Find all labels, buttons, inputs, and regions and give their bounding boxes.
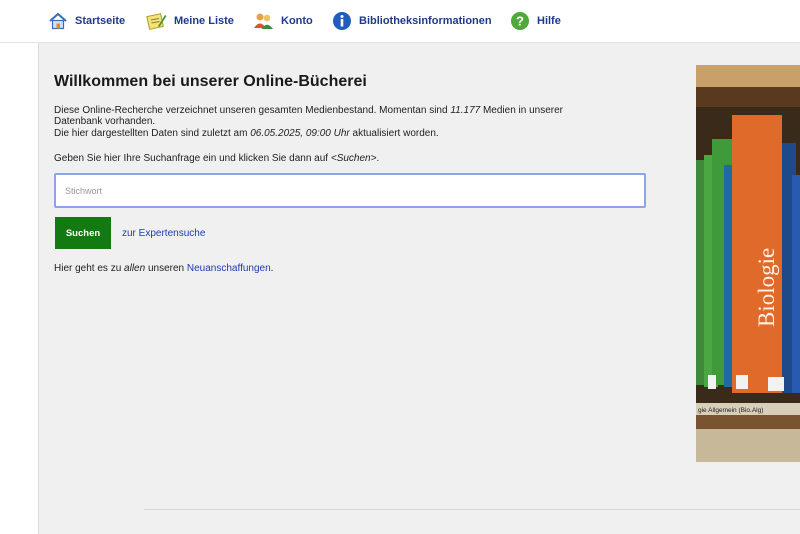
media-count: 11.177	[450, 105, 481, 116]
nav-item-bibliotheksinformationen[interactable]: Bibliotheksinformationen	[332, 11, 492, 31]
update-datetime: 06.05.2025, 09:00 Uhr	[250, 128, 350, 139]
intro-text: Diese Online-Recherche verzeichnet unser…	[54, 105, 564, 127]
photo-book-title: Biologie	[754, 248, 779, 327]
nav-label: Hilfe	[537, 15, 561, 27]
bookshelf-photo: Biologie gie Allgemein (Bio.Alg)	[696, 65, 800, 462]
nav-item-konto[interactable]: Konto	[253, 11, 313, 31]
main-content: Willkommen bei unserer Online-Bücherei D…	[38, 43, 800, 534]
nav-label: Startseite	[75, 15, 126, 27]
footer-divider	[144, 509, 800, 510]
nav-label: Konto	[281, 15, 313, 27]
info-icon	[332, 11, 352, 31]
photo-shelf-label: gie Allgemein (Bio.Alg)	[698, 407, 763, 414]
nav-item-startseite[interactable]: Startseite	[48, 11, 125, 31]
search-button[interactable]: Suchen	[55, 217, 111, 249]
help-icon: ?	[510, 11, 530, 31]
users-icon	[253, 11, 274, 31]
nav-item-hilfe[interactable]: ? Hilfe	[510, 11, 561, 31]
notepad-icon	[146, 11, 167, 31]
update-info: Die hier dargestellten Daten sind zuletz…	[54, 128, 439, 139]
top-navigation: Startseite Meine Liste Konto Bibliotheks…	[0, 0, 800, 43]
new-acquisitions-text: Hier geht es zu allen unseren Neuanschaf…	[54, 263, 274, 274]
svg-text:?: ?	[516, 14, 524, 29]
search-input[interactable]	[54, 173, 646, 208]
search-instruction: Geben Sie hier Ihre Suchanfrage ein und …	[54, 153, 380, 164]
nav-label: Meine Liste	[174, 15, 234, 27]
nav-item-meine-liste[interactable]: Meine Liste	[146, 11, 234, 31]
page-title: Willkommen bei unserer Online-Bücherei	[54, 73, 367, 90]
expert-search-link[interactable]: zur Expertensuche	[122, 228, 205, 239]
new-acquisitions-link[interactable]: Neuanschaffungen	[187, 263, 271, 274]
nav-label: Bibliotheksinformationen	[359, 15, 492, 27]
home-icon	[48, 11, 68, 31]
